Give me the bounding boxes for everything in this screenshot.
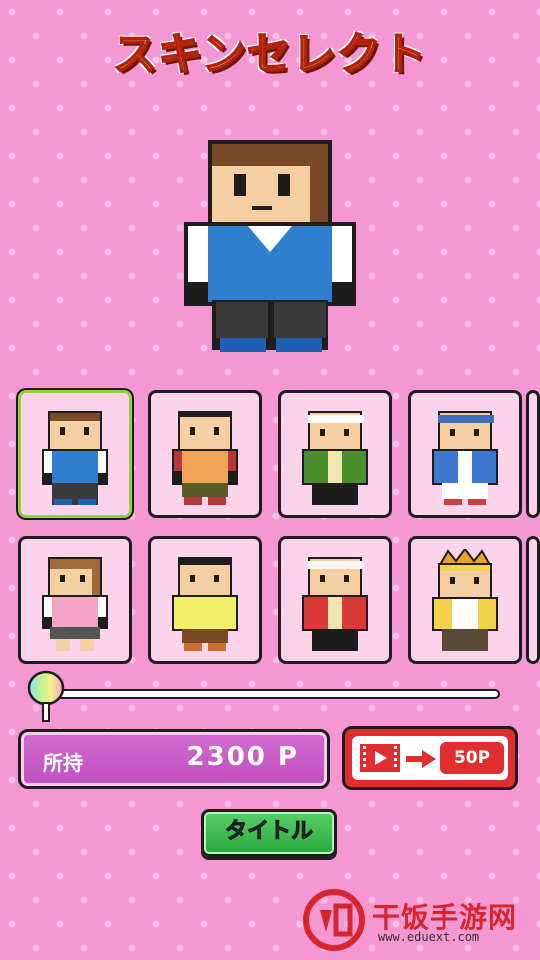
arrow-right-icon: [406, 750, 436, 768]
film-icon: [360, 744, 400, 772]
skin-tile-red-happi[interactable]: [278, 536, 392, 664]
skin-character-icon: [42, 411, 108, 505]
skin-tile-green-happi[interactable]: [278, 390, 392, 518]
character-preview: [184, 140, 356, 352]
watermark-logo-icon: [303, 889, 365, 951]
video-button-face: 50P: [352, 736, 508, 780]
watch-video-button[interactable]: 50P: [342, 726, 518, 790]
skin-character-icon: [172, 557, 238, 651]
watermark-url: www.eduext.com: [378, 930, 480, 944]
skin-character-icon: [302, 557, 368, 651]
skin-character-icon: [302, 411, 368, 505]
title-button[interactable]: タイトル: [201, 809, 337, 857]
skin-tile-pink-girl[interactable]: [18, 536, 132, 664]
skin-character-icon: [432, 549, 498, 651]
skin-scroll-slider[interactable]: [44, 689, 500, 699]
skin-character-icon: [432, 411, 498, 505]
skin-tile-yellow-tracksuit[interactable]: [148, 536, 262, 664]
skin-character-icon: [42, 557, 108, 651]
skin-tile-next[interactable]: [526, 536, 540, 664]
skin-character-icon: [172, 411, 238, 505]
skin-tile-golden-armor[interactable]: [408, 536, 522, 664]
slider-knob-icon[interactable]: [26, 670, 66, 724]
skin-tile-orange-polo[interactable]: [148, 390, 262, 518]
screen-title: スキンセレクト: [112, 28, 427, 81]
points-panel: 所持 2300 P: [18, 729, 330, 789]
skin-tile-next[interactable]: [526, 390, 540, 518]
points-label: 所持: [43, 751, 83, 775]
skin-tile-blue-happi[interactable]: [408, 390, 522, 518]
video-reward-label: 50P: [440, 742, 504, 774]
skin-tile-student-blue-vest[interactable]: [18, 390, 132, 518]
points-value: 2300 P: [186, 742, 299, 772]
